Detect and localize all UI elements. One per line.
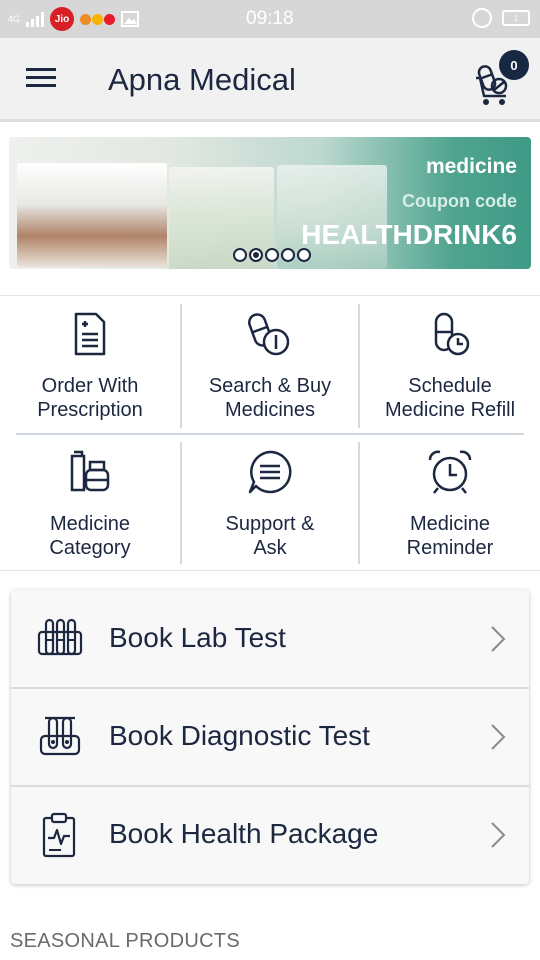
status-left: 4G Jio: [8, 6, 140, 32]
carousel-indicator: [233, 248, 311, 262]
tile-order-prescription[interactable]: Order With Prescription: [0, 296, 180, 434]
feature-grid: Order With Prescription Search & Buy Med…: [0, 295, 540, 571]
banner-headline: medicine: [425, 155, 517, 178]
chevron-right-icon: [491, 724, 506, 750]
cart-button[interactable]: 0: [472, 50, 532, 114]
carousel-dot-active[interactable]: [249, 248, 263, 262]
chevron-right-icon: [491, 626, 506, 652]
test-tubes-icon: [37, 618, 83, 656]
carrier-logo: Jio: [50, 7, 75, 31]
seasonal-products-heading: SEASONAL PRODUCTS: [10, 930, 240, 952]
prescription-icon: [74, 312, 106, 356]
tile-label: Medicine Reminder: [406, 513, 494, 559]
tile-label: Order With Prescription: [37, 375, 143, 421]
app-title: Apna Medical: [108, 62, 296, 97]
search-medicine-icon: [248, 313, 290, 356]
tile-support-ask[interactable]: Support & Ask: [180, 434, 360, 572]
product-image: [17, 163, 167, 267]
carousel-dot[interactable]: [297, 248, 311, 262]
carousel-dot[interactable]: [265, 248, 279, 262]
app-bar: Apna Medical 0: [0, 38, 540, 122]
menu-icon[interactable]: [26, 66, 58, 90]
book-health-package-row[interactable]: Book Health Package: [11, 786, 529, 883]
cart-count-badge: 0: [499, 50, 529, 80]
row-label: Book Lab Test: [109, 622, 286, 653]
tile-label: Medicine Category: [49, 513, 131, 559]
alarm-clock-icon: [428, 450, 472, 494]
tile-schedule-refill[interactable]: Schedule Medicine Refill: [360, 296, 540, 434]
status-time: 09:18: [246, 8, 294, 29]
book-diagnostic-test-row[interactable]: Book Diagnostic Test: [11, 688, 529, 785]
tile-label: Schedule Medicine Refill: [384, 375, 516, 421]
signal-icon: [26, 11, 45, 27]
tile-medicine-reminder[interactable]: Medicine Reminder: [360, 434, 540, 572]
book-lab-test-row[interactable]: Book Lab Test: [11, 590, 529, 687]
tile-search-buy[interactable]: Search & Buy Medicines: [180, 296, 360, 434]
status-bar: 4G Jio 09:18 1: [0, 0, 540, 38]
tile-label: Search & Buy Medicines: [208, 375, 332, 421]
refill-icon: [434, 312, 470, 356]
banner-coupon-label: Coupon code: [402, 191, 517, 211]
battery-icon: 1: [502, 10, 530, 26]
chevron-right-icon: [491, 822, 506, 848]
carousel-dot[interactable]: [281, 248, 295, 262]
promo-banner[interactable]: medicine Coupon code HEALTHDRINK6: [9, 137, 531, 269]
status-right: 1: [472, 8, 530, 28]
image-icon: [121, 11, 140, 27]
chat-icon: [248, 450, 292, 494]
alarm-icon: [472, 8, 492, 28]
tile-label: Support & Ask: [225, 513, 315, 559]
clipboard-icon: [42, 812, 76, 858]
network-type: 4G: [8, 14, 21, 24]
diagnostic-icon: [39, 716, 81, 756]
banner-coupon-code: HEALTHDRINK6: [301, 219, 517, 250]
notification-icons: [80, 13, 116, 25]
row-label: Book Diagnostic Test: [109, 720, 370, 751]
row-label: Book Health Package: [109, 818, 379, 849]
category-icon: [70, 450, 110, 492]
tile-medicine-category[interactable]: Medicine Category: [0, 434, 180, 572]
services-card: Book Lab Test Book Diagnostic Test Book …: [11, 590, 529, 884]
carousel-dot[interactable]: [233, 248, 247, 262]
